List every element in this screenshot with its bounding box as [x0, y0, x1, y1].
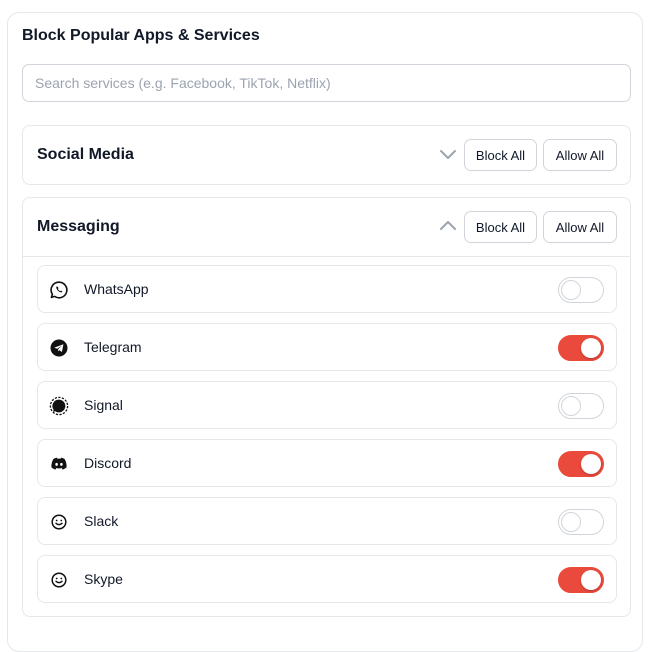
- panel-title: Block Popular Apps & Services: [22, 27, 260, 44]
- category-messaging: Messaging Block All Allow All WhatsApp T…: [22, 197, 631, 617]
- toggle-knob: [561, 512, 581, 532]
- toggle-knob: [581, 338, 601, 358]
- category-header[interactable]: Messaging Block All Allow All: [23, 198, 630, 257]
- block-all-button[interactable]: Block All: [464, 211, 537, 243]
- service-row-signal: Signal: [37, 381, 617, 429]
- signal-icon: [49, 396, 69, 416]
- service-row-slack: Slack: [37, 497, 617, 545]
- smiley-icon: [51, 514, 67, 530]
- search-input[interactable]: [22, 64, 631, 102]
- block-all-button[interactable]: Block All: [464, 139, 537, 171]
- chevron-up-icon[interactable]: [438, 218, 458, 234]
- category-name: Social Media: [37, 146, 134, 163]
- service-row-discord: Discord: [37, 439, 617, 487]
- telegram-icon: [50, 339, 68, 357]
- toggle-knob: [581, 454, 601, 474]
- category-social-media: Social Media Block All Allow All: [22, 125, 631, 185]
- block-toggle[interactable]: [558, 509, 604, 535]
- service-name: Discord: [84, 455, 132, 471]
- block-toggle[interactable]: [558, 451, 604, 477]
- service-row-telegram: Telegram: [37, 323, 617, 371]
- service-row-whatsapp: WhatsApp: [37, 265, 617, 313]
- toggle-knob: [561, 396, 581, 416]
- service-name: Skype: [84, 571, 123, 587]
- service-name: Telegram: [84, 339, 142, 355]
- service-list: WhatsApp Telegram Signal Discord Slack S…: [37, 265, 617, 613]
- discord-icon: [51, 457, 67, 470]
- block-toggle[interactable]: [558, 277, 604, 303]
- service-name: Slack: [84, 513, 119, 529]
- block-toggle[interactable]: [558, 567, 604, 593]
- allow-all-button[interactable]: Allow All: [543, 211, 617, 243]
- whatsapp-icon: [50, 281, 68, 299]
- service-row-skype: Skype: [37, 555, 617, 603]
- toggle-knob: [581, 570, 601, 590]
- block-toggle[interactable]: [558, 335, 604, 361]
- smiley-icon: [51, 572, 67, 588]
- service-name: Signal: [84, 397, 123, 413]
- allow-all-button[interactable]: Allow All: [543, 139, 617, 171]
- toggle-knob: [561, 280, 581, 300]
- chevron-down-icon[interactable]: [438, 146, 458, 162]
- block-apps-panel: Block Popular Apps & Services Social Med…: [7, 12, 643, 652]
- service-name: WhatsApp: [84, 281, 149, 297]
- category-name: Messaging: [37, 218, 120, 235]
- block-toggle[interactable]: [558, 393, 604, 419]
- category-header[interactable]: Social Media Block All Allow All: [23, 126, 630, 184]
